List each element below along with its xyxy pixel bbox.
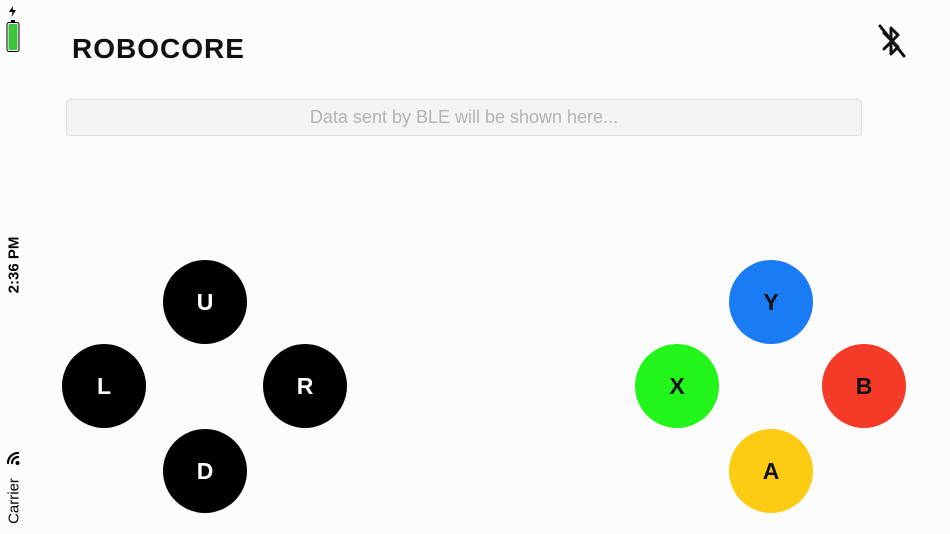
robocore-logo: ROBOCORE [72,33,245,64]
status-carrier: Carrier [5,478,23,524]
dpad-up-label: U [196,288,214,315]
bluetooth-disabled-icon[interactable] [876,22,908,60]
logo-text: ROBOCORE [72,33,245,64]
b-button[interactable]: B [822,344,906,428]
ble-data-placeholder: Data sent by BLE will be shown here... [309,107,619,127]
dpad-right-button[interactable]: R [263,344,347,428]
charging-bolt-icon [9,6,16,17]
dpad-right-label: R [296,372,314,399]
dpad-left-label: L [96,372,112,399]
dpad-down-button[interactable]: D [163,429,247,513]
battery-icon [6,6,20,52]
y-button-label: Y [763,288,779,315]
wifi-icon [6,451,20,465]
x-button-label: X [669,372,685,399]
x-button[interactable]: X [635,344,719,428]
dpad-up-button[interactable]: U [163,260,247,344]
status-time: 2:36 PM [5,236,23,294]
a-button-label: A [762,457,780,484]
status-bar: 2:36 PM Carrier [0,0,28,534]
dpad-down-label: D [196,457,214,484]
y-button[interactable]: Y [729,260,813,344]
a-button[interactable]: A [729,429,813,513]
dpad-left-button[interactable]: L [62,344,146,428]
b-button-label: B [855,372,873,399]
ble-data-field[interactable]: Data sent by BLE will be shown here... [66,99,862,136]
